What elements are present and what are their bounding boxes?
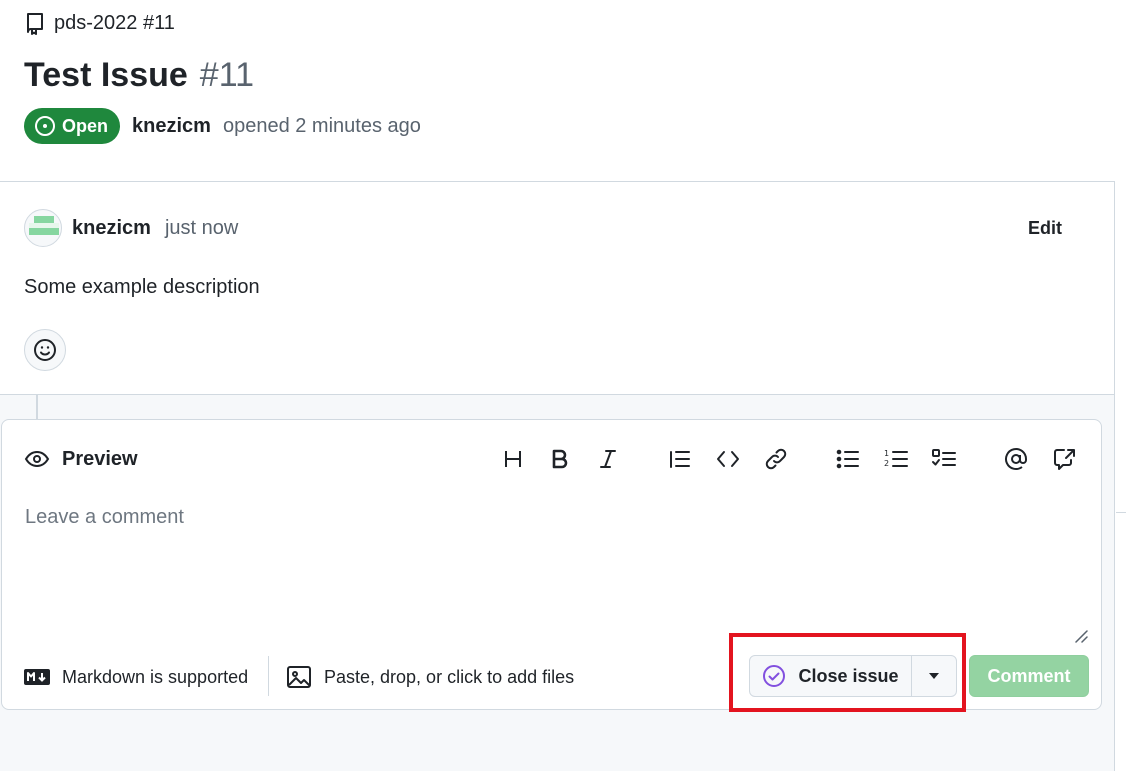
ordered-list-icon[interactable]: 12 [880,443,912,475]
issue-author[interactable]: knezicm [132,115,211,138]
edit-button[interactable]: Edit [1014,211,1076,245]
unordered-list-icon[interactable] [832,443,864,475]
highlight-box [729,633,966,712]
page-title: Test Issue #11 [24,56,254,95]
breadcrumb-text[interactable]: pds-2022 #11 [54,12,175,35]
tab-preview-label[interactable]: Preview [62,448,138,471]
mention-icon[interactable] [1000,443,1032,475]
issue-opened-icon [34,115,56,137]
svg-text:2: 2 [884,459,889,468]
quote-icon[interactable] [664,443,696,475]
opened-text: opened 2 minutes ago [222,114,421,137]
sidebar-divider-tick [1116,512,1126,513]
sidebar-divider [1114,181,1115,771]
attach-files-text[interactable]: Paste, drop, or click to add files [324,667,574,688]
avatar[interactable] [24,209,62,247]
status-label: Open [62,115,109,136]
tab-preview[interactable]: Preview [24,444,138,474]
markdown-note[interactable]: Markdown is supported [24,663,248,691]
issue-title: Test Issue [24,56,188,94]
comment-author[interactable]: knezicm [72,217,151,240]
attach-files[interactable]: Paste, drop, or click to add files [286,663,574,691]
svg-text:1: 1 [884,449,889,458]
eye-icon [24,449,50,469]
issue-status-row: Open knezicm opened 2 minutes ago [24,108,421,144]
timeline-line [36,395,38,419]
comment-header: knezicm just now [24,208,238,248]
comment-input[interactable]: Leave a comment [25,506,184,529]
add-reaction-button[interactable] [24,329,66,371]
smiley-icon [33,338,57,362]
resize-handle-icon[interactable] [1073,628,1089,649]
task-list-icon[interactable] [928,443,960,475]
status-badge: Open [24,108,121,144]
markdown-icon [24,668,50,686]
bold-icon[interactable] [544,443,576,475]
markdown-note-text[interactable]: Markdown is supported [62,667,248,688]
comment-button[interactable]: Comment [969,655,1089,697]
image-icon [286,665,312,689]
italic-icon[interactable] [592,443,624,475]
header-divider [0,181,1114,182]
repo-icon [24,11,46,35]
issue-number: #11 [199,56,254,94]
footer-divider [268,656,269,696]
cross-reference-icon[interactable] [1049,443,1081,475]
code-icon[interactable] [712,443,744,475]
comment-body: Some example description [24,276,260,298]
comment-timestamp[interactable]: just now [165,217,238,240]
heading-icon[interactable] [497,443,529,475]
breadcrumb[interactable]: pds-2022 #11 [24,10,175,36]
link-icon[interactable] [760,443,792,475]
